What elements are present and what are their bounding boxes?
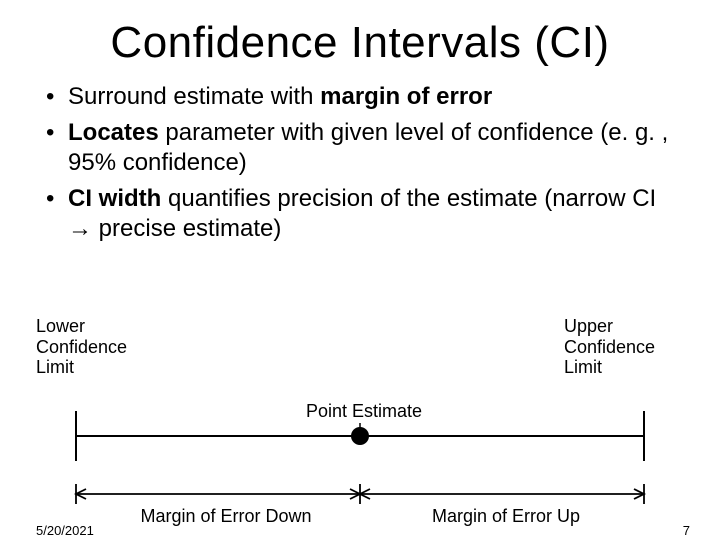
upper-limit-label: UpperConfidenceLimit xyxy=(564,316,684,378)
bullet-3-bold: CI width xyxy=(68,185,161,212)
bullet-1-bold: margin of error xyxy=(320,83,492,110)
bullet-2-bold: Locates xyxy=(68,119,159,146)
moe-up-label: Margin of Error Up xyxy=(406,506,606,527)
moe-down-label: Margin of Error Down xyxy=(126,506,326,527)
point-estimate-label: Point Estimate xyxy=(294,401,434,422)
ci-diagram: LowerConfidenceLimit UpperConfidenceLimi… xyxy=(36,316,684,516)
lower-limit-label: LowerConfidenceLimit xyxy=(36,316,156,378)
footer-page-number: 7 xyxy=(683,523,690,538)
point-estimate-dot xyxy=(351,427,369,445)
bullet-1: Surround estimate with margin of error xyxy=(46,82,674,112)
footer-date: 5/20/2021 xyxy=(36,523,94,538)
bullet-1-pre: Surround estimate with xyxy=(68,83,320,110)
slide-title: Confidence Intervals (CI) xyxy=(20,18,700,68)
bullet-2-post: parameter with given level of confidence… xyxy=(68,119,668,176)
slide: Confidence Intervals (CI) Surround estim… xyxy=(0,18,720,540)
bullet-2: Locates parameter with given level of co… xyxy=(46,118,674,178)
bullet-3: CI width quantifies precision of the est… xyxy=(46,184,674,244)
bullet-list: Surround estimate with margin of error L… xyxy=(46,82,674,244)
